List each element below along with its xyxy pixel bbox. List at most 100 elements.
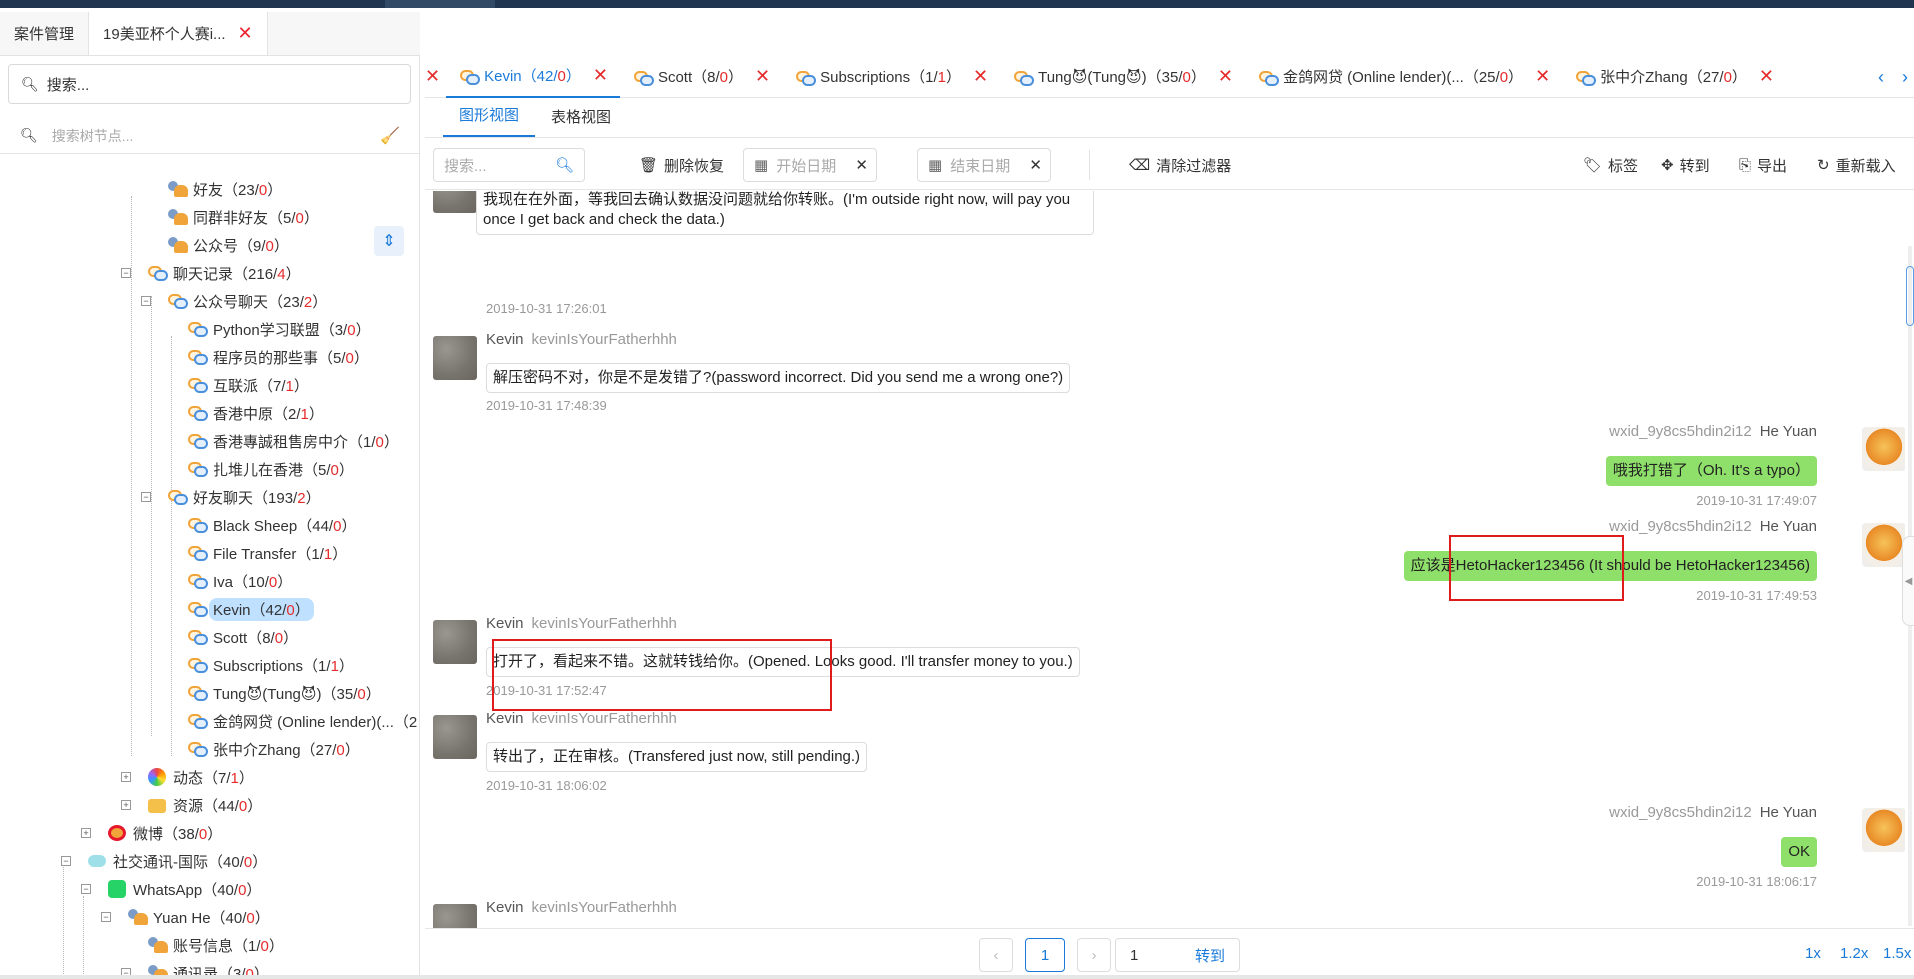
chat-tab[interactable]: Tung😈(Tung😈)（35/0） ✕ — [1000, 56, 1245, 98]
close-icon[interactable]: ✕ — [973, 66, 988, 87]
tree-node[interactable]: Tung😈(Tung😈)（35/0） — [186, 680, 381, 706]
tree-node[interactable]: 动态（7/1） — [146, 764, 254, 790]
close-icon[interactable]: ✕ — [425, 66, 440, 87]
close-icon[interactable]: ✕ — [1535, 66, 1550, 87]
tree-node[interactable]: 香港專誠租售房中介（1/0） — [186, 428, 399, 454]
tree-node[interactable]: 微博（38/0） — [106, 820, 222, 846]
chat-tab[interactable]: Kevin（42/0） ✕ — [446, 56, 620, 98]
avatar[interactable] — [1862, 808, 1905, 852]
start-date-input[interactable]: ▦ 开始日期 ✕ — [743, 148, 877, 182]
end-date-input[interactable]: ▦ 结束日期 ✕ — [917, 148, 1051, 182]
tree-node[interactable]: Scott（8/0） — [186, 624, 298, 650]
tree-node[interactable]: 张中介Zhang（27/0） — [186, 736, 360, 762]
chat-icon — [794, 68, 817, 86]
tree-node[interactable]: Black Sheep（44/0） — [186, 512, 356, 538]
tree-node[interactable]: 扎堆儿在香港（5/0） — [186, 456, 354, 482]
tree-node[interactable]: 公众号聊天（23/2） — [166, 288, 327, 314]
message-bubble[interactable]: 转出了，正在审核。(Transfered just now, still pen… — [486, 742, 868, 772]
close-icon[interactable]: ✕ — [1218, 66, 1233, 87]
tree-expander[interactable]: − — [141, 296, 151, 306]
tree-node-label: Subscriptions（1/1） — [213, 657, 354, 675]
tag-button[interactable]: 🏷 标签 — [1583, 148, 1638, 182]
tree-node[interactable]: 资源（44/0） — [146, 792, 262, 818]
delete-restore-button[interactable]: 🗑 删除恢复 — [639, 148, 724, 182]
tree-node[interactable]: Subscriptions（1/1） — [186, 652, 354, 678]
avatar[interactable] — [1862, 523, 1905, 567]
tree-expander[interactable]: − — [61, 856, 71, 866]
prev-page-button[interactable]: ‹ — [979, 938, 1013, 972]
goto-button[interactable]: ✥ 转到 — [1661, 148, 1710, 182]
tree-expander[interactable]: − — [141, 492, 151, 502]
panel-search-input[interactable]: 🔍︎ 搜索... — [8, 64, 411, 104]
zoom-1-2x-button[interactable]: 1.2x — [1840, 945, 1868, 962]
sender-id: kevinIsYourFatherhhh — [531, 331, 677, 348]
tree-node[interactable]: Iva（10/0） — [186, 568, 292, 594]
tree-node[interactable]: 账号信息（1/0） — [146, 932, 284, 958]
tree-node[interactable]: 金鸽网贷 (Online lender)(...（2 — [186, 708, 417, 734]
chat-icon — [166, 291, 188, 311]
tree-node[interactable]: 聊天记录（216/4） — [146, 260, 301, 286]
tree-node[interactable]: 同群非好友（5/0） — [166, 204, 319, 230]
tree-expander[interactable]: + — [121, 800, 131, 810]
tab-graphic-view[interactable]: 图形视图 — [443, 104, 536, 137]
goto-page-input[interactable]: 1 转到 — [1115, 938, 1240, 972]
page-number-button[interactable]: 1 — [1025, 938, 1065, 972]
message-bubble[interactable]: 解压密码不对，你是不是发错了?(password incorrect. Did … — [486, 363, 1071, 393]
chat-tab[interactable]: 张中介Zhang（27/0） ✕ — [1562, 56, 1786, 98]
avatar[interactable] — [433, 191, 477, 213]
avatar[interactable] — [433, 904, 477, 928]
search-icon[interactable]: 🔍︎ — [555, 156, 574, 174]
zoom-1x-button[interactable]: 1x — [1805, 945, 1821, 962]
tree-node[interactable]: File Transfer（1/1） — [186, 540, 347, 566]
chat-icon — [186, 739, 208, 759]
tree-expander[interactable]: − — [121, 268, 131, 278]
avatar[interactable] — [1862, 427, 1905, 471]
tree-node[interactable]: WhatsApp（40/0） — [106, 876, 261, 902]
tree-node[interactable]: Kevin（42/0） — [186, 596, 314, 622]
avatar[interactable] — [433, 336, 477, 380]
clear-broom-icon[interactable]: 🧹 — [380, 126, 400, 146]
tree-node[interactable]: 好友聊天（193/2） — [166, 484, 321, 510]
tree-expander[interactable]: − — [101, 912, 111, 922]
tree-node[interactable]: 互联派（7/1） — [186, 372, 309, 398]
reload-button[interactable]: ↻ 重新载入 — [1817, 148, 1896, 182]
tree-node[interactable]: 程序员的那些事（5/0） — [186, 344, 369, 370]
chevron-left-icon[interactable]: ‹ — [1878, 67, 1884, 88]
chevron-right-icon[interactable]: › — [1902, 67, 1908, 88]
close-icon[interactable]: ✕ — [755, 66, 770, 87]
message-bubble[interactable]: OK — [1781, 837, 1817, 867]
tree-expander[interactable]: + — [81, 828, 91, 838]
close-icon[interactable]: ✕ — [593, 65, 608, 86]
chat-tab[interactable]: Scott（8/0） ✕ — [620, 56, 782, 98]
close-icon[interactable]: ✕ — [855, 156, 868, 174]
message-bubble[interactable]: 哦我打错了（Oh. It's a typo） — [1605, 456, 1817, 486]
close-icon[interactable]: ✕ — [1759, 66, 1774, 87]
avatar[interactable] — [433, 715, 477, 759]
scrollbar-thumb[interactable] — [1906, 266, 1914, 326]
tab-case-management[interactable]: 案件管理 — [0, 12, 90, 55]
zoom-1-5x-button[interactable]: 1.5x — [1883, 945, 1911, 962]
tree-node[interactable]: 社交通讯-国际（40/0） — [86, 848, 267, 874]
goto-page-button[interactable]: 转到 — [1195, 945, 1225, 966]
tab-table-view[interactable]: 表格视图 — [535, 106, 627, 137]
clear-filters-button[interactable]: ⌫ 清除过滤器 — [1129, 148, 1231, 182]
tree-expander[interactable]: + — [121, 772, 131, 782]
tree-node[interactable]: 公众号（9/0） — [166, 232, 289, 258]
close-icon[interactable]: ✕ — [238, 23, 253, 44]
side-panel-handle[interactable]: ◀ — [1902, 536, 1914, 626]
chat-tab[interactable]: 金鸽网贷 (Online lender)(...（25/0） ✕ — [1245, 56, 1562, 98]
next-page-button[interactable]: › — [1077, 938, 1111, 972]
tree-node[interactable]: Python学习联盟（3/0） — [186, 316, 371, 342]
tab-case-19-meiya[interactable]: 19美亚杯个人赛i... ✕ — [89, 12, 268, 55]
tree-node[interactable]: Yuan He（40/0） — [126, 904, 270, 930]
close-icon[interactable]: ✕ — [1029, 156, 1042, 174]
export-button[interactable]: ⎘ 导出 — [1739, 148, 1787, 182]
tree-node[interactable]: 香港中原（2/1） — [186, 400, 324, 426]
tree-expander[interactable]: − — [81, 884, 91, 894]
tree-node[interactable]: 好友（23/0） — [166, 176, 282, 202]
message-bubble[interactable]: 我现在在外面，等我回去确认数据没问题就给你转账。(I'm outside rig… — [476, 191, 1094, 235]
chat-tab[interactable]: Subscriptions（1/1） ✕ — [782, 56, 1000, 98]
avatar[interactable] — [433, 620, 477, 664]
message-search-input[interactable]: 搜索... 🔍︎ — [433, 148, 585, 182]
tree-search-input[interactable]: 🔍︎ 搜索树节点... 🧹 — [0, 118, 419, 154]
